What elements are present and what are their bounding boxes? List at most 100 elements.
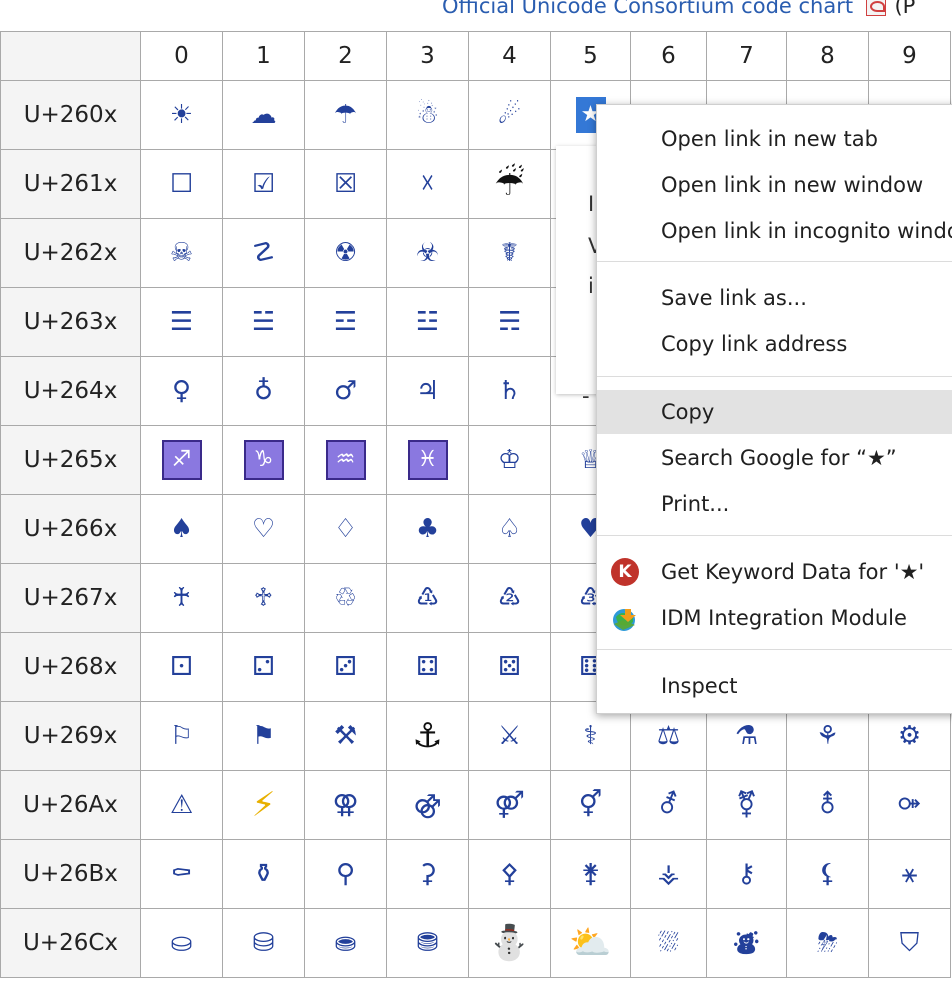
glyph-cell[interactable]: ⛀ (140, 908, 223, 978)
glyph-cell[interactable]: ♢ (304, 494, 387, 564)
menu-print[interactable]: Print... (597, 482, 952, 526)
glyph-cell[interactable]: ⚀ (140, 632, 223, 702)
glyph-cell[interactable]: ⚠ (140, 770, 223, 840)
menu-open-new-tab[interactable]: Open link in new tab (597, 117, 952, 161)
glyph-cell[interactable]: ⛉ (868, 908, 951, 978)
glyph-cell[interactable]: ⚤ (468, 770, 551, 840)
glyph-cell[interactable]: ♒ (304, 425, 387, 495)
glyph-cell[interactable]: ♐ (140, 425, 223, 495)
glyph-cell[interactable]: ☂ (304, 80, 387, 150)
glyph-cell[interactable]: ☄ (468, 80, 551, 150)
glyph-cell[interactable]: ☰ (140, 287, 223, 357)
glyph-cell[interactable]: ⚔ (468, 701, 551, 771)
glyph-cell[interactable]: ⚵ (550, 839, 631, 909)
glyph-cell[interactable]: ☐ (140, 149, 223, 219)
glyph-cell[interactable]: ⚓ (386, 701, 469, 771)
glyph-cell[interactable]: ⚒ (304, 701, 387, 771)
glyph-cell[interactable]: ⚨ (786, 770, 869, 840)
glyph-cell[interactable]: ⚑ (222, 701, 305, 771)
glyph-cell[interactable]: ⚴ (468, 839, 551, 909)
glyph-cell[interactable]: ☴ (468, 287, 551, 357)
menu-copy[interactable]: Copy (597, 390, 952, 434)
glyph-cell[interactable]: ⚦ (630, 770, 707, 840)
glyph-cell[interactable]: ⛃ (386, 908, 469, 978)
glyph-cell[interactable]: ♣ (386, 494, 469, 564)
column-header: 9 (868, 31, 951, 81)
glyph-cell[interactable]: ♡ (222, 494, 305, 564)
glyph-cell[interactable]: ⚱ (222, 839, 305, 909)
glyph-cell[interactable]: ♑ (222, 425, 305, 495)
menu-open-incognito[interactable]: Open link in incognito window (597, 209, 952, 253)
glyph-cell[interactable]: ☀ (140, 80, 223, 150)
glyph-cell[interactable]: ♰ (140, 563, 223, 633)
glyph-cell[interactable]: ♀ (140, 356, 223, 426)
menu-idm-integration[interactable]: IDM Integration Module (597, 596, 952, 640)
menu-get-keyword-data[interactable]: K Get Keyword Data for '★' (597, 550, 952, 594)
glyph-cell[interactable]: ☃ (386, 80, 469, 150)
glyph-cell[interactable]: ☱ (222, 287, 305, 357)
glyph-cell[interactable]: ⛅ (550, 908, 631, 978)
glyph-cell[interactable]: ⚲ (304, 839, 387, 909)
glyph-cell[interactable]: ⛇ (706, 908, 787, 978)
glyph-cell[interactable]: ⚹ (868, 839, 951, 909)
code-chart-link-text[interactable]: Official Unicode Consortium code chart (442, 0, 853, 18)
glyph-cell[interactable]: ♓ (386, 425, 469, 495)
glyph-cell[interactable]: ⚐ (140, 701, 223, 771)
glyph-cell[interactable]: ⚣ (386, 770, 469, 840)
glyph-cell[interactable]: ♁ (222, 356, 305, 426)
glyph-cell[interactable]: ⛈ (786, 908, 869, 978)
glyph-cell[interactable]: ☁ (222, 80, 305, 150)
glyph-cell[interactable]: ☡ (222, 218, 305, 288)
glyph-cell[interactable]: ⚢ (304, 770, 387, 840)
glyph-cell[interactable]: ⛁ (222, 908, 305, 978)
glyph-cell[interactable]: ⚥ (550, 770, 631, 840)
glyph-cell[interactable]: ⚶ (630, 839, 707, 909)
glyph-cell[interactable]: ♳ (386, 563, 469, 633)
glyph-cell[interactable]: ⛂ (304, 908, 387, 978)
glyph-cell[interactable]: ⛄ (468, 908, 551, 978)
glyph-cell[interactable]: ☓ (386, 149, 469, 219)
glyph-cell[interactable]: ♂ (304, 356, 387, 426)
glyph-cell[interactable]: ⚩ (868, 770, 951, 840)
row-header: U+264x (0, 356, 141, 426)
glyph-cell[interactable]: ♤ (468, 494, 551, 564)
glyph-cell[interactable]: ♴ (468, 563, 551, 633)
glyph-cell[interactable]: ⚄ (468, 632, 551, 702)
menu-open-new-window[interactable]: Open link in new window (597, 163, 952, 207)
glyph-cell[interactable]: ♲ (304, 563, 387, 633)
glyph-cell[interactable]: ⚰ (140, 839, 223, 909)
menu-inspect[interactable]: Inspect (597, 664, 952, 708)
glyph-cell[interactable]: ♱ (222, 563, 305, 633)
glyph-cell[interactable]: ☤ (468, 218, 551, 288)
glyph-cell[interactable]: ⚷ (706, 839, 787, 909)
row-header: U+263x (0, 287, 141, 357)
glyph-cell[interactable]: ♄ (468, 356, 551, 426)
glyph-cell[interactable]: ⚳ (386, 839, 469, 909)
glyph-cell[interactable]: ⛆ (630, 908, 707, 978)
menu-copy-link-address[interactable]: Copy link address (597, 322, 952, 366)
glyph-cell[interactable]: ⚸ (786, 839, 869, 909)
glyph-cell[interactable]: ☢ (304, 218, 387, 288)
glyph-cell[interactable]: ☣ (386, 218, 469, 288)
code-chart-link[interactable]: Official Unicode Consortium code chart (… (442, 0, 915, 18)
glyph-cell[interactable]: ☠ (140, 218, 223, 288)
table-row: U+26Bx ⚰ ⚱ ⚲ ⚳ ⚴ ⚵ ⚶ ⚷ ⚸ ⚹ (0, 839, 951, 909)
glyph-cell[interactable]: ⚁ (222, 632, 305, 702)
glyph-cell[interactable]: ♔ (468, 425, 551, 495)
zodiac-glyph: ♒ (325, 440, 366, 480)
menu-item-label: Open link in incognito window (661, 219, 952, 243)
menu-save-link-as[interactable]: Save link as... (597, 276, 952, 320)
glyph-cell[interactable]: ⚡ (222, 770, 305, 840)
glyph-cell[interactable]: ☔ (468, 149, 551, 219)
menu-item-label: Get Keyword Data for '★' (661, 560, 925, 584)
glyph-cell[interactable]: ⚂ (304, 632, 387, 702)
glyph-cell[interactable]: ♃ (386, 356, 469, 426)
menu-search-google[interactable]: Search Google for “★” (597, 436, 952, 480)
glyph-cell[interactable]: ☒ (304, 149, 387, 219)
glyph-cell[interactable]: ☲ (304, 287, 387, 357)
glyph-cell[interactable]: ⚃ (386, 632, 469, 702)
glyph-cell[interactable]: ☳ (386, 287, 469, 357)
glyph-cell[interactable]: ⚧ (706, 770, 787, 840)
glyph-cell[interactable]: ♠ (140, 494, 223, 564)
glyph-cell[interactable]: ☑ (222, 149, 305, 219)
